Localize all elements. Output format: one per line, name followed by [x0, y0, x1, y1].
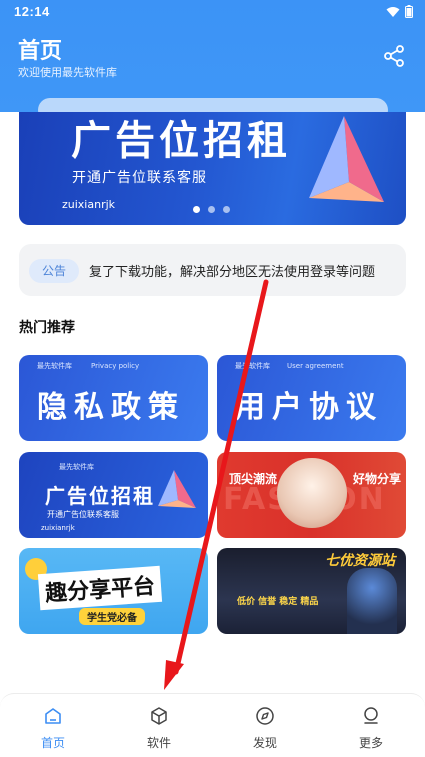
tab-more[interactable]: 更多 [318, 694, 424, 757]
bottom-tab-bar: 首页 软件 发现 更多 [0, 693, 425, 757]
carousel-dot[interactable] [193, 206, 200, 213]
card-ad-rental[interactable]: 最先软件库 广告位招租 开通广告位联系客服 zuixianrjk [19, 452, 208, 538]
status-bar: 12:14 [0, 0, 425, 24]
card-user-agreement[interactable]: 最先软件库 User agreement 用户协议 [217, 355, 406, 441]
card-ribbon: 学生党必备 [79, 608, 145, 625]
banner-headline: 广告位招租 [71, 118, 291, 164]
tab-label: 软件 [146, 736, 171, 750]
card-caption: 开通广告位联系客服 [47, 510, 119, 519]
carousel-dot[interactable] [208, 206, 215, 213]
card-figure [347, 568, 397, 634]
card-badge: 最先软件库 [37, 362, 72, 370]
card-caption: User agreement [287, 362, 344, 370]
person-icon [364, 707, 378, 724]
home-icon [45, 708, 61, 724]
card-caption: Privacy policy [91, 362, 140, 370]
tab-label: 更多 [358, 736, 383, 750]
card-brand: zuixianrjk [41, 524, 75, 532]
card-badge: 最先软件库 [235, 362, 270, 370]
share-icon[interactable] [382, 44, 406, 68]
banner-carousel[interactable]: 广告位招租 开通广告位联系客服 zuixianrjk [19, 112, 406, 225]
section-title: 热门推荐 [19, 320, 75, 336]
card-resource-site[interactable]: 七优资源站 低价 信誉 稳定 精品 [217, 548, 406, 634]
status-icons [386, 5, 413, 18]
card-headline: 隐私政策 [37, 390, 185, 425]
card-privacy-policy[interactable]: 最先软件库 Privacy policy 隐私政策 [19, 355, 208, 441]
notice-tag: 公告 [29, 259, 79, 283]
wifi-icon [386, 6, 400, 17]
card-headline: 广告位招租 [45, 484, 155, 508]
tab-discover[interactable]: 发现 [212, 694, 318, 757]
card-headline: 趣分享平台 [37, 565, 163, 611]
status-time: 12:14 [14, 4, 50, 19]
notice-text: 复了下载功能，解决部分地区无法使用登录等问题 [89, 265, 376, 280]
tab-label: 首页 [40, 736, 65, 750]
cube-icon [151, 707, 167, 725]
carousel-indicator [193, 206, 230, 213]
banner-subline: 开通广告位联系客服 [72, 170, 207, 186]
battery-icon [405, 5, 413, 18]
card-caption: 低价 信誉 稳定 精品 [237, 597, 319, 607]
page-title: 首页 [18, 39, 63, 64]
page-subtitle: 欢迎使用最先软件库 [18, 66, 117, 79]
compass-icon [256, 707, 274, 725]
card-left-text: 顶尖潮流 [229, 472, 278, 486]
tab-label: 发现 [252, 736, 277, 750]
notice-bar[interactable]: 公告 复了下载功能，解决部分地区无法使用登录等问题 [19, 244, 406, 296]
app-header: 12:14 首页 欢迎使用最先软件库 [0, 0, 425, 122]
card-sharing-platform[interactable]: 趣分享平台 学生党必备 [19, 548, 208, 634]
carousel-dot[interactable] [223, 206, 230, 213]
card-headline: 七优资源站 [325, 553, 395, 569]
banner-brand: zuixianrjk [62, 198, 116, 211]
card-badge: 最先软件库 [59, 463, 94, 471]
crystal-graphic [158, 470, 196, 508]
crystal-graphic [309, 116, 384, 202]
tab-software[interactable]: 软件 [106, 694, 212, 757]
tab-home[interactable]: 首页 [0, 694, 106, 757]
card-fashion[interactable]: FASHION 顶尖潮流 好物分享 [217, 452, 406, 538]
card-right-text: 好物分享 [353, 472, 402, 486]
card-photo [277, 458, 347, 528]
card-headline: 用户协议 [235, 390, 383, 425]
